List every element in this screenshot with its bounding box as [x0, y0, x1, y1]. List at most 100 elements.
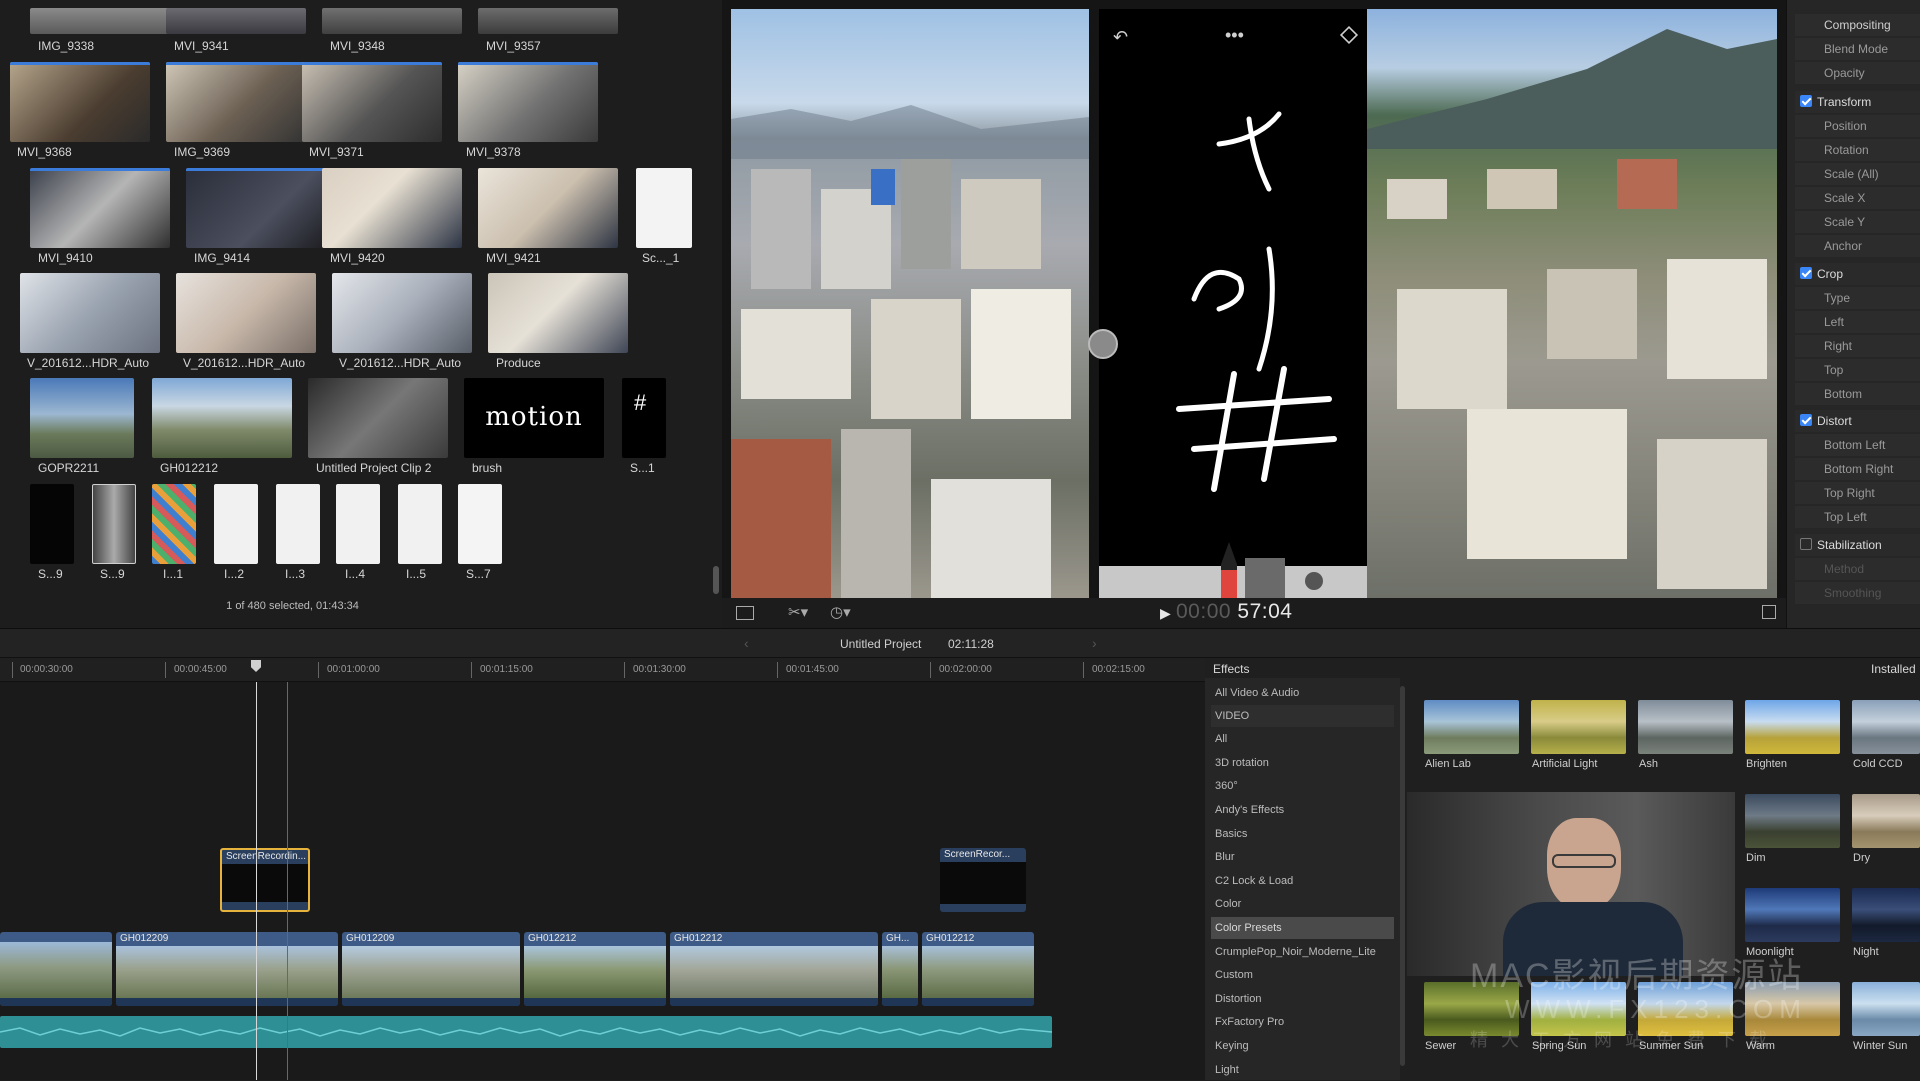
viewer-frame[interactable]: ↶ •••: [731, 9, 1777, 598]
clip-thumbnail[interactable]: [30, 484, 74, 564]
primary-clip[interactable]: GH...: [882, 932, 918, 1006]
checkbox-icon[interactable]: [1800, 414, 1812, 426]
clip-thumbnail[interactable]: [322, 168, 462, 248]
inspector-crop-type[interactable]: Type: [1795, 287, 1920, 309]
playhead-handle[interactable]: [251, 660, 261, 672]
clip-thumbnail[interactable]: motion: [464, 378, 604, 458]
clip-thumbnail[interactable]: [186, 168, 326, 248]
inspector-top-left[interactable]: Top Left: [1795, 506, 1920, 528]
timeline[interactable]: ScreenRecordin... ScreenRecor... GH01220…: [0, 682, 1205, 1080]
clip-thumbnail[interactable]: [30, 378, 134, 458]
inspector-opacity[interactable]: Opacity: [1795, 62, 1920, 84]
inspector-anchor[interactable]: Anchor: [1795, 235, 1920, 257]
fx-category[interactable]: Keying: [1211, 1035, 1394, 1057]
clip-thumbnail[interactable]: [336, 484, 380, 564]
inspector-crop-bottom[interactable]: Bottom: [1795, 383, 1920, 405]
fx-category[interactable]: All: [1211, 728, 1394, 750]
fx-category[interactable]: Distortion: [1211, 988, 1394, 1010]
pencil-tool-icon[interactable]: [1221, 542, 1237, 598]
inspector-crop-right[interactable]: Right: [1795, 335, 1920, 357]
clip-thumbnail[interactable]: [214, 484, 258, 564]
installed-label[interactable]: Installed: [1871, 662, 1916, 676]
clip-thumbnail[interactable]: [478, 8, 618, 34]
checkbox-icon[interactable]: [1800, 95, 1812, 107]
side-button-icon[interactable]: [1088, 329, 1118, 359]
clip-thumbnail[interactable]: [152, 378, 292, 458]
fx-category[interactable]: Andy's Effects: [1211, 799, 1394, 821]
primary-clip[interactable]: GH012212: [524, 932, 666, 1006]
transform-tool-icon[interactable]: ✂▾: [788, 603, 808, 621]
clip-thumbnail[interactable]: [20, 273, 160, 353]
playhead-line[interactable]: [256, 682, 257, 1080]
clip-thumbnail[interactable]: [458, 484, 502, 564]
fx-preset-thumb[interactable]: [1531, 700, 1626, 754]
inspector-position[interactable]: Position: [1795, 115, 1920, 137]
clip-thumbnail[interactable]: [488, 273, 628, 353]
inspector-bottom-right[interactable]: Bottom Right: [1795, 458, 1920, 480]
audio-waveform-track[interactable]: [0, 1016, 1052, 1048]
speed-icon[interactable]: ◷▾: [830, 603, 851, 621]
clip-thumbnail[interactable]: [10, 62, 150, 142]
fx-preset-thumb[interactable]: [1745, 888, 1840, 942]
inspector-bottom-left[interactable]: Bottom Left: [1795, 434, 1920, 456]
clip-thumbnail[interactable]: [30, 8, 170, 34]
clip-thumbnail[interactable]: [176, 273, 316, 353]
primary-clip[interactable]: GH012209: [116, 932, 338, 1006]
fx-category[interactable]: Basics: [1211, 823, 1394, 845]
inspector-distort-section[interactable]: Distort: [1795, 410, 1920, 432]
clip-thumbnail[interactable]: [276, 484, 320, 564]
fx-category[interactable]: CrumplePop_Noir_Moderne_Lite: [1211, 941, 1394, 963]
fx-preset-thumb[interactable]: [1852, 794, 1920, 848]
inspector-scale-y[interactable]: Scale Y: [1795, 211, 1920, 233]
play-icon[interactable]: ▶: [1160, 605, 1171, 622]
effects-list-scrollbar[interactable]: [1400, 686, 1405, 1066]
clip-thumbnail[interactable]: [398, 484, 442, 564]
clip-thumbnail[interactable]: [332, 273, 472, 353]
clip-thumbnail[interactable]: [308, 378, 448, 458]
fx-category[interactable]: C2 Lock & Load: [1211, 870, 1394, 892]
fx-preset-thumb[interactable]: [1852, 700, 1920, 754]
fx-category[interactable]: 3D rotation: [1211, 752, 1394, 774]
inspector-crop-section[interactable]: Crop: [1795, 263, 1920, 285]
fx-category[interactable]: All Video & Audio: [1211, 682, 1394, 704]
clip-thumbnail[interactable]: [152, 484, 196, 564]
checkbox-icon[interactable]: [1800, 267, 1812, 279]
view-options-icon[interactable]: [736, 606, 754, 620]
clip-thumbnail[interactable]: [166, 62, 306, 142]
fx-category[interactable]: VIDEO: [1211, 705, 1394, 727]
clip-thumbnail[interactable]: [458, 62, 598, 142]
inspector-transform-section[interactable]: Transform: [1795, 91, 1920, 113]
connected-clip[interactable]: ScreenRecordin...: [220, 848, 310, 912]
fx-preset-thumb[interactable]: [1638, 700, 1733, 754]
clip-thumbnail[interactable]: [30, 168, 170, 248]
primary-clip[interactable]: GH012212: [922, 932, 1034, 1006]
inspector-stabilization-section[interactable]: Stabilization: [1795, 534, 1920, 556]
fx-preset-thumb[interactable]: [1424, 700, 1519, 754]
fx-category[interactable]: Light: [1211, 1059, 1394, 1081]
inspector-scale-x[interactable]: Scale X: [1795, 187, 1920, 209]
fx-preset-thumb[interactable]: [1852, 982, 1920, 1036]
inspector-crop-top[interactable]: Top: [1795, 359, 1920, 381]
inspector-compositing[interactable]: Compositing: [1795, 14, 1920, 36]
primary-clip[interactable]: GH012212: [670, 932, 878, 1006]
chevron-right-icon[interactable]: ›: [1092, 635, 1097, 651]
inspector-scale-all[interactable]: Scale (All): [1795, 163, 1920, 185]
fx-category[interactable]: Blur: [1211, 846, 1394, 868]
clip-thumbnail[interactable]: [478, 168, 618, 248]
browser-scrollbar[interactable]: [713, 566, 719, 594]
inspector-rotation[interactable]: Rotation: [1795, 139, 1920, 161]
primary-clip[interactable]: GH012209: [342, 932, 520, 1006]
fx-category[interactable]: FxFactory Pro: [1211, 1011, 1394, 1033]
clip-thumbnail[interactable]: [302, 62, 442, 142]
timeline-ruler[interactable]: 00:00:30:00 00:00:45:00 00:01:00:00 00:0…: [0, 658, 1205, 682]
clip-thumbnail[interactable]: [322, 8, 462, 34]
inspector-top-right[interactable]: Top Right: [1795, 482, 1920, 504]
fullscreen-icon[interactable]: [1762, 605, 1776, 619]
clip-thumbnail[interactable]: [166, 8, 306, 34]
fx-preset-thumb[interactable]: [1745, 794, 1840, 848]
chevron-left-icon[interactable]: ‹: [744, 635, 749, 651]
eraser-tool-icon[interactable]: [1245, 558, 1285, 598]
fx-category[interactable]: 360°: [1211, 775, 1394, 797]
fx-category[interactable]: Custom: [1211, 964, 1394, 986]
fx-preset-thumb[interactable]: [1852, 888, 1920, 942]
